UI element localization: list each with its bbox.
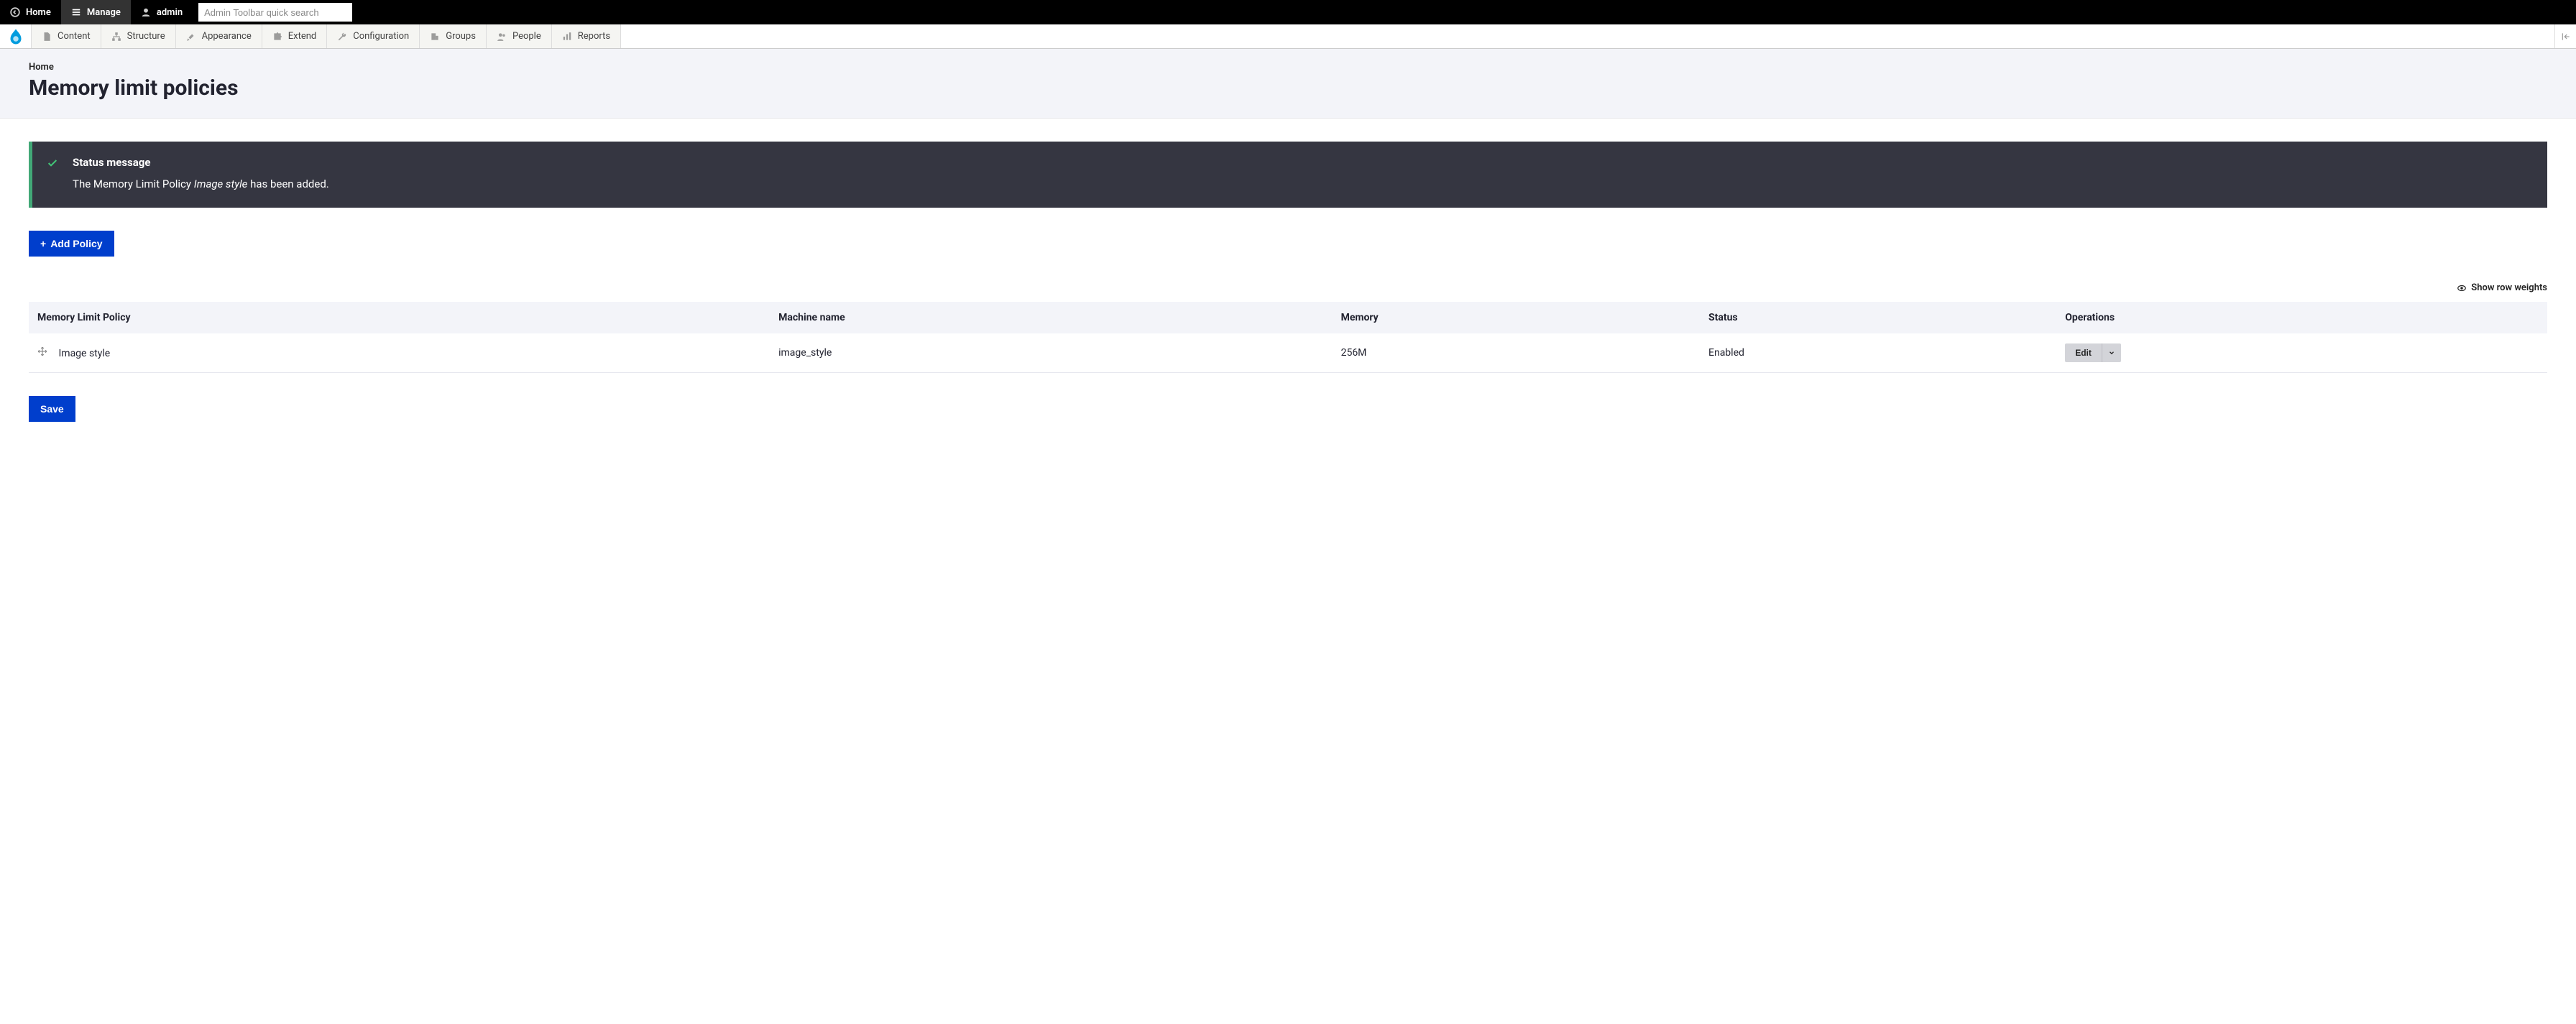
menu-reports[interactable]: Reports	[552, 24, 621, 48]
toolbar-search	[198, 3, 352, 22]
menu-appearance[interactable]: Appearance	[176, 24, 262, 48]
admin-toolbar: Home Manage admin	[0, 0, 2576, 24]
breadcrumb[interactable]: Home	[29, 62, 2547, 73]
col-operations: Operations	[2056, 302, 2547, 333]
move-icon	[37, 346, 47, 356]
eye-icon	[2457, 283, 2467, 293]
show-row-weights-link[interactable]: Show row weights	[2457, 282, 2547, 293]
col-machine: Machine name	[770, 302, 1332, 333]
show-row-weights-label: Show row weights	[2471, 282, 2547, 293]
col-name: Memory Limit Policy	[29, 302, 770, 333]
toolbar-home[interactable]: Home	[0, 0, 61, 24]
table-row: Image style image_style 256M Enabled Edi…	[29, 333, 2547, 373]
content-region: Status message The Memory Limit Policy I…	[0, 119, 2576, 445]
menu-extend[interactable]: Extend	[262, 24, 328, 48]
col-memory: Memory	[1333, 302, 1700, 333]
menu-structure[interactable]: Structure	[101, 24, 176, 48]
status-message: Status message The Memory Limit Policy I…	[29, 142, 2547, 208]
toolbar-user[interactable]: admin	[131, 0, 193, 24]
dropbutton-toggle[interactable]	[2102, 343, 2121, 362]
menu-configuration-label: Configuration	[353, 31, 409, 42]
menu-people-label: People	[512, 31, 541, 42]
table-header-row: Memory Limit Policy Machine name Memory …	[29, 302, 2547, 333]
file-icon	[42, 32, 52, 42]
collapse-icon	[2561, 32, 2571, 42]
status-message-body: The Memory Limit Policy Image style has …	[73, 177, 2530, 190]
row-name: Image style	[58, 348, 110, 359]
row-memory: 256M	[1333, 333, 1700, 373]
menu-reports-label: Reports	[578, 31, 610, 42]
add-policy-label: Add Policy	[50, 238, 102, 249]
menu-structure-label: Structure	[127, 31, 165, 42]
hamburger-icon	[71, 7, 81, 17]
people-icon	[497, 32, 507, 42]
row-machine: image_style	[770, 333, 1332, 373]
drupal-logo[interactable]	[0, 24, 32, 48]
collapse-toolbar-button[interactable]	[2554, 24, 2576, 48]
admin-secondary-menu: Content Structure Appearance Extend Conf…	[0, 24, 2576, 49]
plus-icon: +	[40, 238, 46, 249]
menu-content-label: Content	[58, 31, 91, 42]
toolbar-search-input[interactable]	[198, 3, 352, 22]
paintbrush-icon	[186, 32, 196, 42]
puzzle-icon	[272, 32, 282, 42]
toolbar-home-label: Home	[26, 7, 51, 18]
toolbar-manage-label: Manage	[87, 7, 121, 18]
toolbar-manage[interactable]: Manage	[61, 0, 131, 24]
policy-table: Memory Limit Policy Machine name Memory …	[29, 302, 2547, 373]
menu-people[interactable]: People	[487, 24, 552, 48]
menu-groups-label: Groups	[446, 31, 476, 42]
operations-dropbutton: Edit	[2065, 343, 2121, 362]
status-body-suffix: has been added.	[247, 177, 328, 190]
menu-appearance-label: Appearance	[202, 31, 252, 42]
drag-handle[interactable]	[37, 346, 47, 356]
building-icon	[430, 32, 440, 42]
status-message-title: Status message	[73, 156, 2530, 169]
add-policy-button[interactable]: + Add Policy	[29, 231, 114, 257]
page-header: Home Memory limit policies	[0, 49, 2576, 119]
status-body-emphasis: Image style	[194, 177, 248, 190]
save-button[interactable]: Save	[29, 396, 75, 422]
menu-groups[interactable]: Groups	[420, 24, 487, 48]
bar-chart-icon	[562, 32, 572, 42]
edit-button[interactable]: Edit	[2065, 343, 2102, 362]
user-icon	[141, 7, 151, 17]
drupal-icon	[9, 28, 23, 45]
back-icon	[10, 7, 20, 17]
menu-configuration[interactable]: Configuration	[327, 24, 420, 48]
toolbar-user-label: admin	[157, 7, 183, 18]
save-button-label: Save	[40, 403, 64, 415]
page-title: Memory limit policies	[29, 75, 2547, 101]
status-body-prefix: The Memory Limit Policy	[73, 177, 194, 190]
chevron-down-icon	[2108, 349, 2115, 356]
row-status: Enabled	[1700, 333, 2056, 373]
check-icon	[47, 157, 58, 169]
wrench-icon	[337, 32, 347, 42]
col-status: Status	[1700, 302, 2056, 333]
menu-extend-label: Extend	[288, 31, 317, 42]
menu-content[interactable]: Content	[32, 24, 101, 48]
row-weights-toggle: Show row weights	[29, 282, 2547, 296]
hierarchy-icon	[111, 32, 121, 42]
